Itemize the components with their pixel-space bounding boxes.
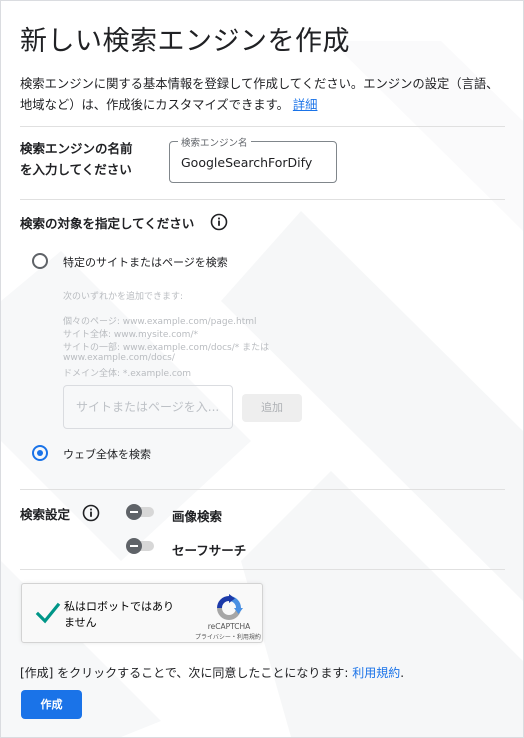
safe-search-label: セーフサーチ: [172, 543, 247, 558]
toggle-knob: [126, 504, 142, 520]
page-title: 新しい検索エンジンを作成: [20, 26, 350, 57]
engine-name-field-label: 検索エンジン名: [178, 135, 251, 149]
agreement-body: [作成] をクリックすることで、次に同意したことになります:: [20, 666, 353, 680]
hint-text: サイトの一部: www.example.com/docs/* または: [63, 343, 270, 353]
intro-text: 検索エンジンに関する基本情報を登録して作成してください。エンジンの設定（言語、地…: [20, 74, 506, 116]
engine-name-field[interactable]: 検索エンジン名: [169, 135, 337, 183]
engine-name-label: 検索エンジンの名前 を入力してください: [20, 138, 160, 180]
content: 新しい検索エンジンを作成 検索エンジンに関する基本情報を登録して作成してください…: [1, 1, 523, 737]
divider: [20, 569, 505, 570]
radio-entire-web-label[interactable]: ウェブ全体を検索: [63, 446, 151, 462]
hint-text: サイト全体: www.mysite.com/*: [63, 330, 198, 340]
hint-text: www.example.com/docs/: [63, 353, 175, 363]
add-site-button[interactable]: 追加: [242, 394, 302, 422]
terms-link[interactable]: 利用規約: [352, 666, 400, 680]
hint-text: 次のいずれかを追加できます:: [63, 292, 184, 302]
image-search-toggle[interactable]: [126, 504, 156, 520]
intro-body: 検索エンジンに関する基本情報を登録して作成してください。エンジンの設定（言語、地…: [20, 77, 499, 112]
learn-more-link[interactable]: 詳細: [293, 98, 318, 112]
create-button[interactable]: 作成: [21, 690, 82, 719]
search-settings-label: 検索設定: [20, 507, 71, 522]
recaptcha-brand: reCAPTCHA: [207, 622, 251, 631]
recaptcha-label: 私はロボットではありません: [64, 600, 174, 629]
safe-search-toggle[interactable]: [126, 538, 156, 554]
search-target-title: 検索の対象を指定してください: [20, 216, 195, 231]
recaptcha-terms[interactable]: プライバシー・利用規約: [182, 632, 274, 641]
divider: [20, 126, 505, 127]
radio-specific-sites-label[interactable]: 特定のサイトまたはページを検索: [63, 254, 228, 270]
engine-name-label-line1: 検索エンジンの名前: [20, 141, 133, 156]
recaptcha-widget: 私はロボットではありません reCAPTCHA プライバシー・利用規約: [21, 583, 263, 643]
radio-specific-sites[interactable]: [32, 253, 48, 269]
toggle-knob: [126, 538, 142, 554]
site-input-field[interactable]: [63, 385, 233, 429]
image-search-label: 画像検索: [172, 509, 223, 524]
engine-name-input[interactable]: [181, 155, 331, 170]
recaptcha-logo-icon: [217, 594, 243, 620]
site-input[interactable]: [76, 400, 226, 414]
checkmark-icon[interactable]: [35, 600, 61, 626]
agreement-suffix: .: [400, 666, 405, 680]
engine-name-label-line2: を入力してください: [20, 162, 132, 177]
radio-entire-web[interactable]: [32, 445, 48, 461]
hint-text: ドメイン全体: *.example.com: [63, 369, 192, 379]
hint-text: 個々のページ: www.example.com/page.html: [63, 317, 257, 327]
create-search-engine-page: 新しい検索エンジンを作成 検索エンジンに関する基本情報を登録して作成してください…: [0, 0, 524, 738]
divider: [20, 489, 505, 490]
info-icon[interactable]: [210, 213, 228, 231]
agreement-text: [作成] をクリックすることで、次に同意したことになります: 利用規約.: [20, 664, 404, 681]
divider: [20, 199, 505, 200]
info-icon[interactable]: [82, 504, 100, 522]
